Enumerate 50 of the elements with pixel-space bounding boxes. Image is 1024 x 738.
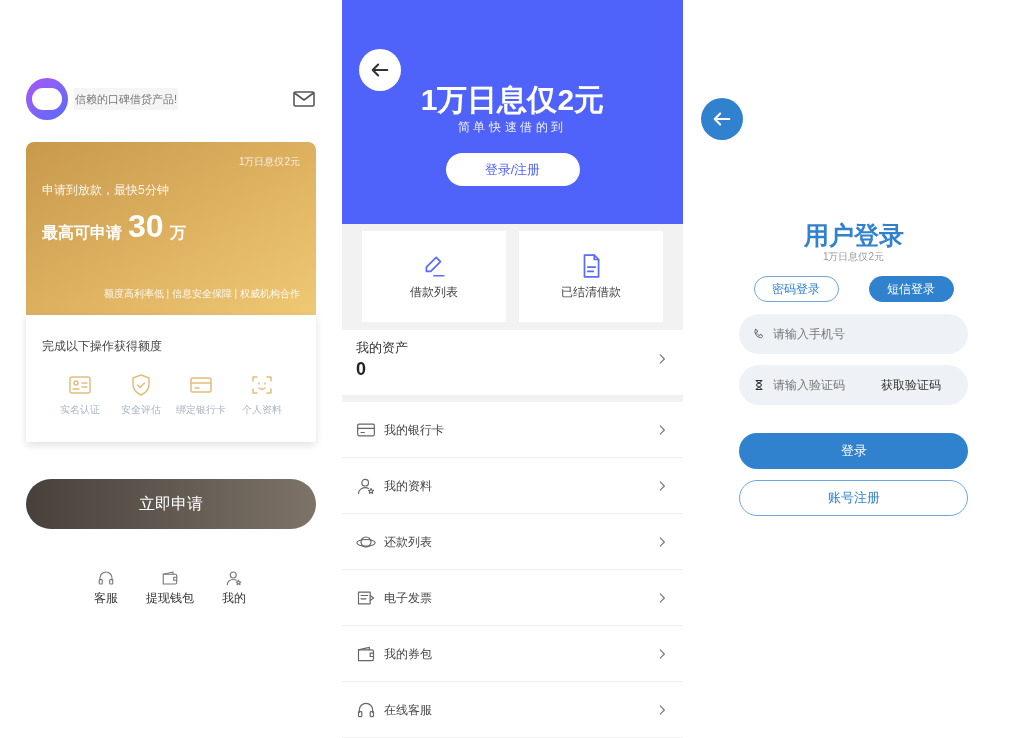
menu-item[interactable]: 我的券包	[342, 626, 683, 682]
card-subtitle: 申请到放款，最快5分钟	[42, 182, 170, 199]
menu-item[interactable]: 电子发票	[342, 570, 683, 626]
login-title: 用户登录	[803, 220, 904, 250]
login-tab[interactable]: 密码登录	[753, 276, 839, 302]
menu-label: 电子发票	[384, 589, 432, 607]
face-scan-icon	[249, 373, 274, 397]
login-subtitle: 1万日息仅2元	[822, 250, 885, 264]
assets-label: 我的资产	[356, 339, 408, 358]
input-field[interactable]: 请输入验证码	[773, 376, 873, 394]
tab-bar-item[interactable]: 我的	[222, 589, 246, 607]
assets-value: 0	[356, 357, 367, 380]
headset-icon	[97, 569, 115, 587]
input-field[interactable]: 请输入手机号	[773, 325, 873, 343]
tasks-title: 完成以下操作获得额度	[42, 338, 163, 355]
id-card-icon	[68, 373, 92, 397]
menu-label: 我的资料	[384, 477, 432, 495]
login-tab[interactable]: 短信登录	[868, 276, 954, 302]
features-text: 额度高利率低 | 信息安全保障 | 权威机构合作	[103, 287, 300, 301]
back-button[interactable]	[359, 49, 401, 91]
rate-text: 1万日息仅2元	[238, 155, 300, 169]
assets-row[interactable]: 我的资产 0	[342, 330, 683, 402]
banner-title: 1万日息仅2元	[420, 82, 605, 118]
menu-item[interactable]: 我的银行卡	[342, 402, 683, 458]
register-button[interactable]: 账号注册	[739, 480, 968, 516]
menu-item[interactable]: 在线客服	[342, 682, 683, 738]
menu-item[interactable]: 我的资料	[342, 458, 683, 514]
apply-button[interactable]: 立即申请	[26, 479, 316, 529]
tab-bar-item[interactable]: 客服	[94, 589, 118, 607]
menu-label: 还款列表	[384, 533, 432, 551]
limit-unit: 万	[169, 223, 186, 243]
limit-amount: 30	[128, 207, 164, 245]
phone-icon	[753, 328, 765, 340]
shortcut-card[interactable]: 借款列表	[362, 231, 506, 322]
shortcut-card[interactable]: 已结清借款	[519, 231, 663, 322]
menu-item[interactable]: 还款列表	[342, 514, 683, 570]
menu-label: 在线客服	[384, 701, 432, 719]
menu-label: 我的券包	[384, 645, 432, 663]
login-button[interactable]: 登录	[739, 433, 968, 469]
wallet-icon	[161, 569, 179, 587]
limit-label: 最高可申请	[42, 223, 122, 243]
login-register-button[interactable]: 登录/注册	[445, 153, 580, 186]
banner-subtitle: 简单快速借的到	[457, 119, 568, 136]
hourglass-icon	[753, 379, 765, 391]
get-code-button[interactable]: 获取验证码	[881, 376, 941, 394]
tab-bar-item[interactable]: 提现钱包	[146, 589, 194, 607]
slogan-text: 信赖的口碑借贷产品!	[74, 87, 179, 111]
menu-label: 我的银行卡	[384, 421, 444, 439]
avatar-icon	[26, 78, 68, 120]
user-icon	[225, 569, 243, 587]
